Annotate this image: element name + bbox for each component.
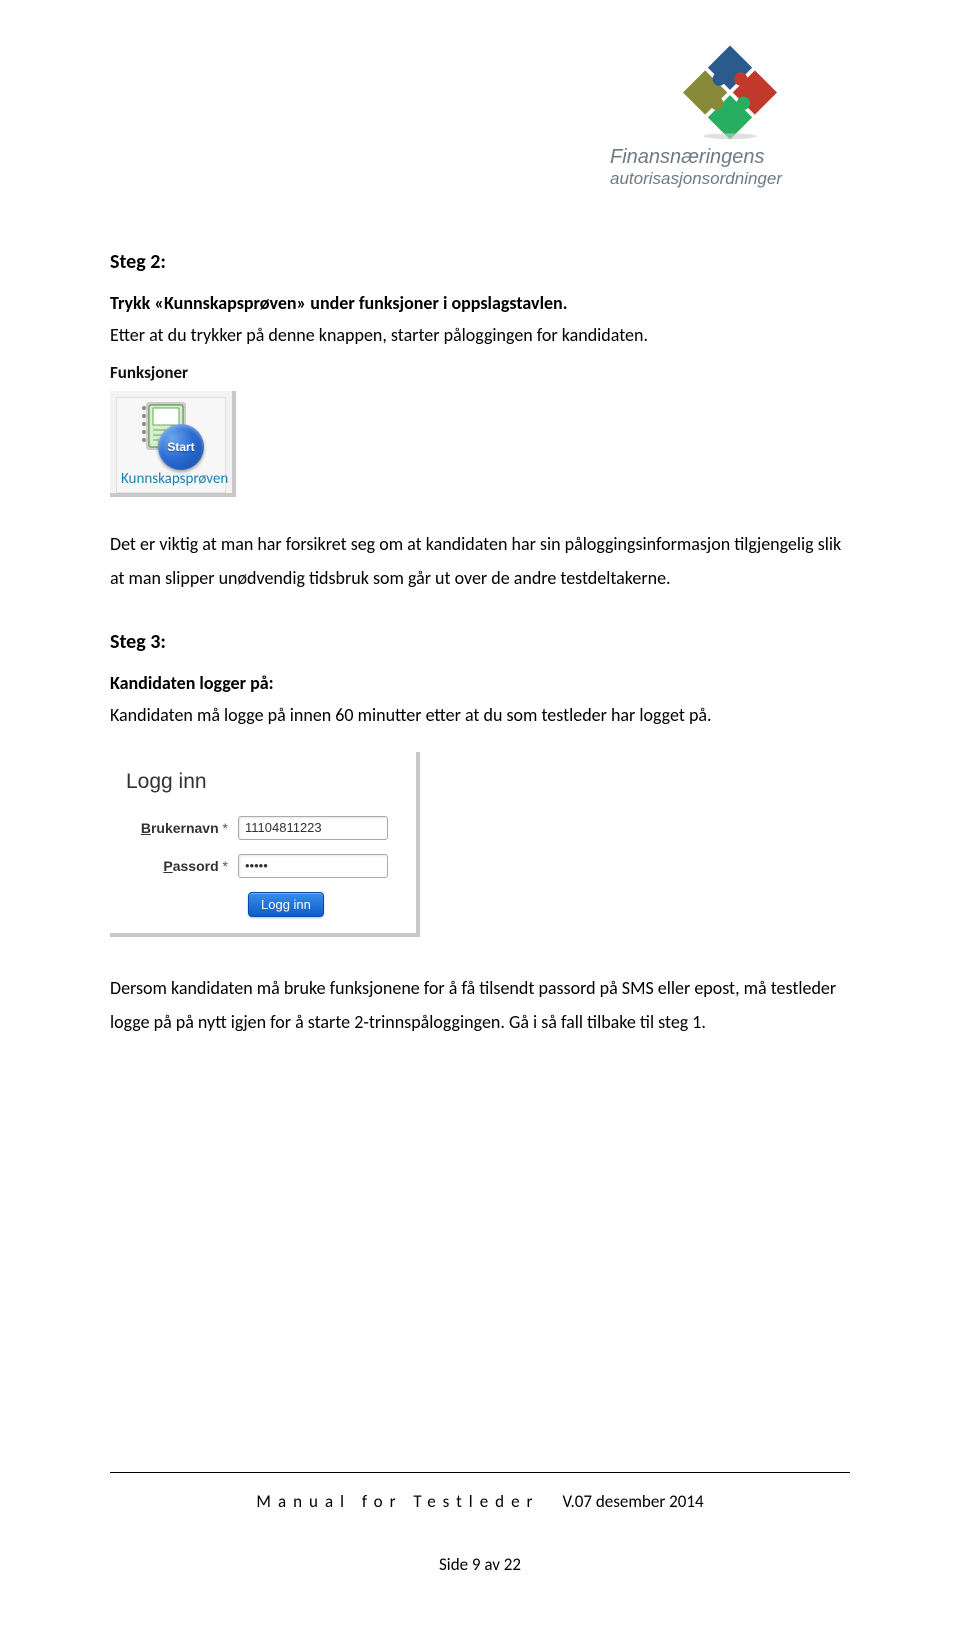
username-row: Brukernavn *	[118, 816, 388, 840]
steg2-sub: Trykk «Kunnskapsprøven» under funksjoner…	[110, 292, 850, 314]
logo-text-line2: autorisasjonsordninger	[610, 169, 850, 189]
footer-divider	[110, 1472, 850, 1473]
kunnskapsproven-link-label: Kunnskapsprøven	[121, 470, 221, 488]
kunnskapsproven-button[interactable]: Start Kunnskapsprøven	[116, 397, 226, 493]
org-logo-block: Finansnæringens autorisasjonsordninger	[610, 45, 850, 189]
mid-paragraph: Det er viktig at man har forsikret seg o…	[110, 527, 850, 595]
logo-text-line1: Finansnæringens	[610, 146, 850, 169]
steg2-desc: Etter at du trykker på denne knappen, st…	[110, 318, 850, 352]
funksjoner-panel: Start Kunnskapsprøven	[110, 391, 236, 497]
puzzle-logo-icon	[680, 45, 780, 140]
page-footer: Manual for Testleder V.07 desember 2014 …	[110, 1472, 850, 1575]
password-label: Passord *	[118, 858, 238, 874]
password-input[interactable]	[238, 854, 388, 878]
username-label: Brukernavn *	[118, 820, 238, 836]
funksjoner-widget: Funksjoner	[110, 362, 850, 497]
username-input[interactable]	[238, 816, 388, 840]
steg2-title: Steg 2:	[110, 250, 850, 274]
login-heading: Logg inn	[126, 770, 388, 794]
steg3-sub: Kandidaten logger på:	[110, 672, 850, 694]
funksjoner-heading: Funksjoner	[110, 362, 850, 383]
steg3-title: Steg 3:	[110, 630, 850, 654]
start-badge-label: Start	[167, 440, 194, 454]
footer-version: V.07 desember 2014	[563, 1491, 704, 1512]
password-row: Passord *	[118, 854, 388, 878]
footer-line: Manual for Testleder V.07 desember 2014	[110, 1491, 850, 1512]
start-badge-icon: Start	[158, 424, 204, 470]
bottom-paragraph: Dersom kandidaten må bruke funksjonene f…	[110, 971, 850, 1039]
steg3-desc: Kandidaten må logge på innen 60 minutter…	[110, 698, 850, 732]
login-button[interactable]: Logg inn	[248, 892, 324, 917]
footer-manual: Manual for Testleder	[256, 1491, 539, 1512]
login-widget: Logg inn Brukernavn * Passord * Logg inn	[110, 752, 420, 937]
page-number: Side 9 av 22	[110, 1554, 850, 1575]
